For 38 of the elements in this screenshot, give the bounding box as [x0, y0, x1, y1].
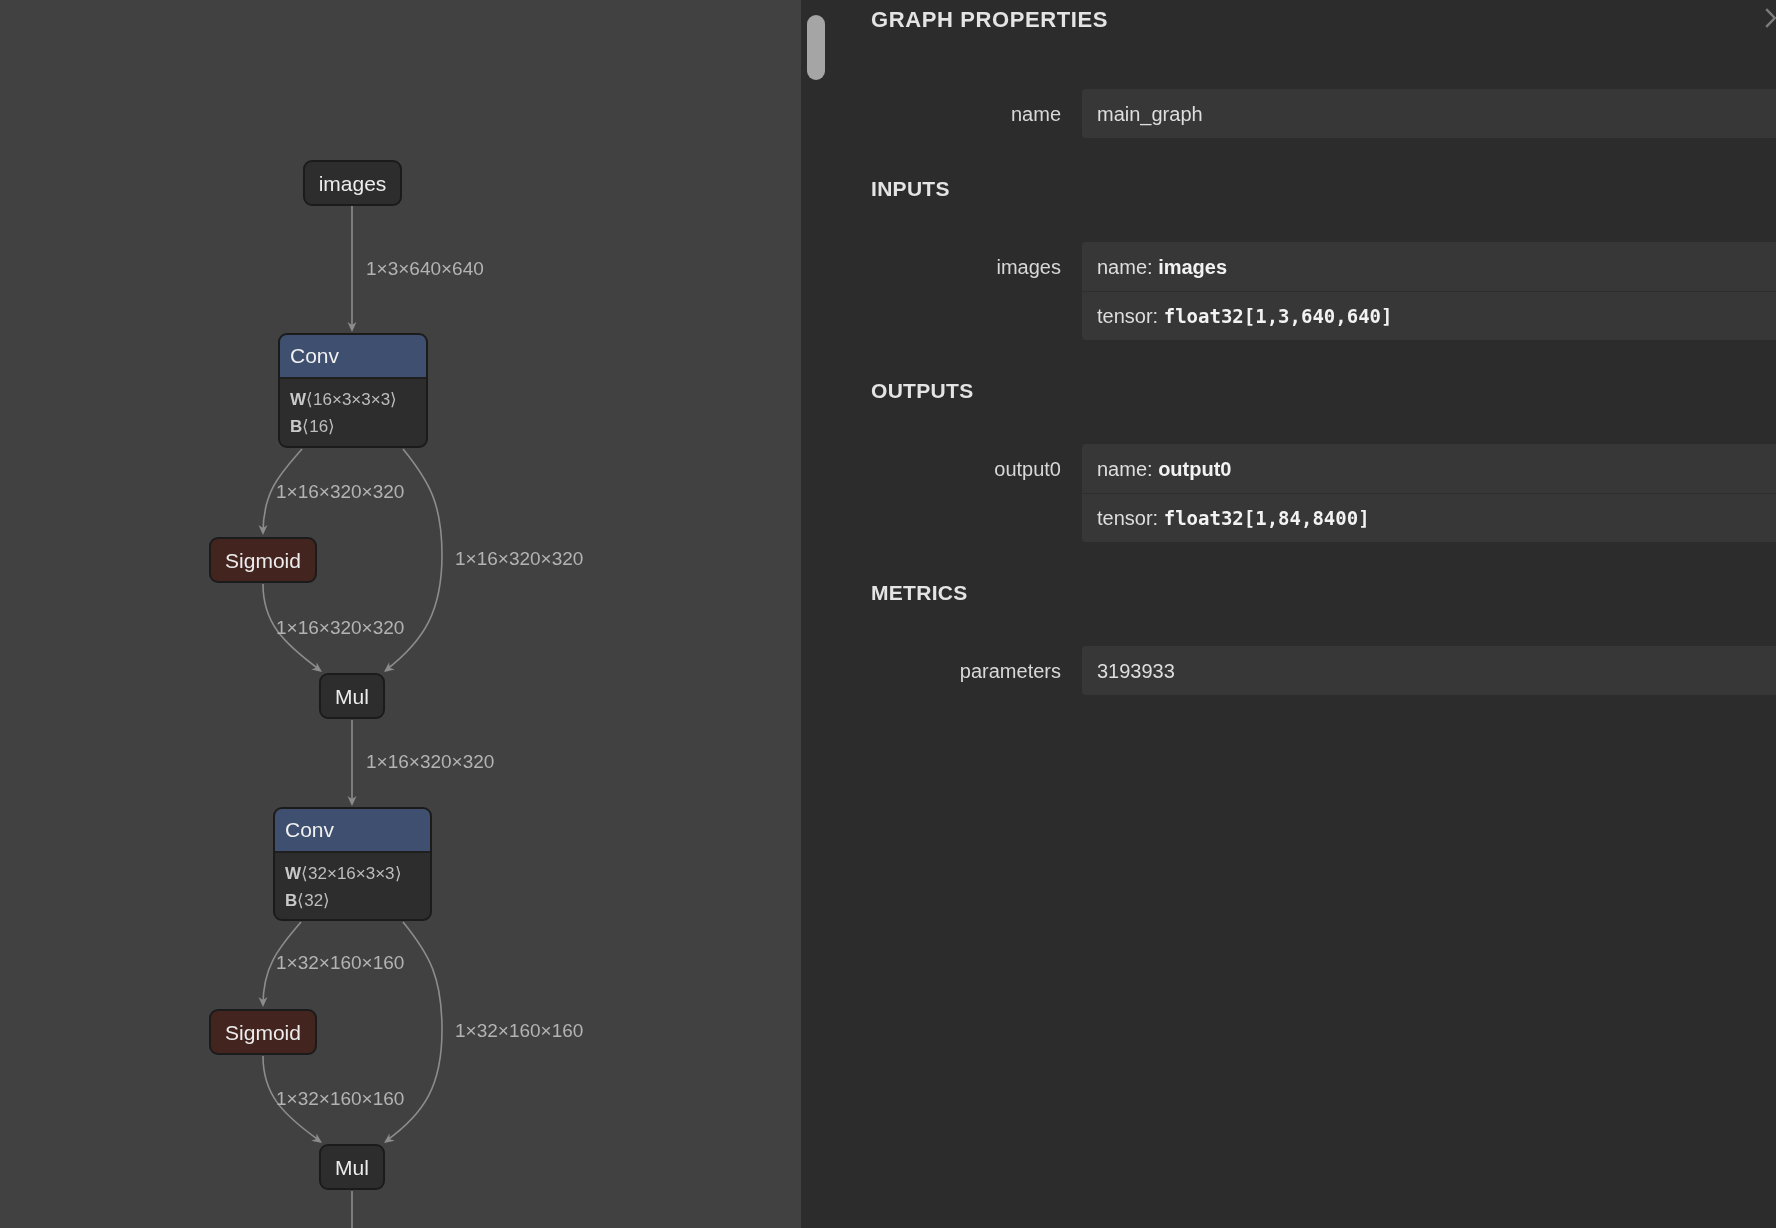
property-text: main_graph: [1097, 101, 1203, 127]
node-attribute: W⟨16×3×3×3⟩: [290, 388, 398, 411]
edge-label: 1×32×160×160: [276, 951, 405, 975]
property-text: 3193933: [1097, 658, 1175, 684]
property-text: name: output0: [1097, 456, 1232, 482]
edge-label: 1×3×640×640: [366, 257, 484, 281]
node-header: Conv: [280, 335, 426, 379]
graph-node[interactable]: Mul: [319, 1144, 385, 1190]
edge-label: 1×16×320×320: [455, 547, 584, 571]
node-attribute: B⟨16⟩: [290, 415, 336, 438]
edge-label: 1×16×320×320: [276, 616, 405, 640]
property-label: name: [1010, 101, 1061, 127]
edge-label: 1×32×160×160: [276, 1087, 405, 1111]
graph-node[interactable]: Conv W⟨32×16×3×3⟩ B⟨32⟩: [273, 807, 432, 921]
scrollbar-thumb[interactable]: [807, 15, 825, 80]
graph-node[interactable]: Conv W⟨16×3×3×3⟩ B⟨16⟩: [278, 333, 428, 448]
edge-line: [351, 1190, 353, 1228]
section-title: OUTPUTS: [871, 378, 974, 404]
property-text: tensor: float32[1,84,8400]: [1097, 506, 1370, 531]
graph-node[interactable]: Sigmoid: [209, 1009, 317, 1055]
edge-label: 1×16×320×320: [276, 480, 405, 504]
edge-label: 1×16×320×320: [366, 750, 495, 774]
node-attribute: B⟨32⟩: [285, 889, 331, 912]
section-title: METRICS: [871, 580, 968, 606]
graph-node[interactable]: Sigmoid: [209, 537, 317, 583]
property-label: parameters: [959, 658, 1061, 684]
panel-title: GRAPH PROPERTIES: [871, 6, 1108, 34]
graph-node[interactable]: images: [303, 160, 402, 206]
chevron-icon[interactable]: [1765, 8, 1776, 28]
node-attribute: W⟨32×16×3×3⟩: [285, 862, 402, 885]
property-label: images: [996, 254, 1061, 280]
graph-node[interactable]: Mul: [319, 673, 385, 719]
section-title: INPUTS: [871, 176, 950, 202]
property-label: output0: [994, 456, 1061, 482]
property-text: name: images: [1097, 254, 1228, 280]
edge-label: 1×32×160×160: [455, 1019, 584, 1043]
property-text: tensor: float32[1,3,640,640]: [1097, 304, 1393, 329]
node-header: Conv: [275, 809, 430, 853]
